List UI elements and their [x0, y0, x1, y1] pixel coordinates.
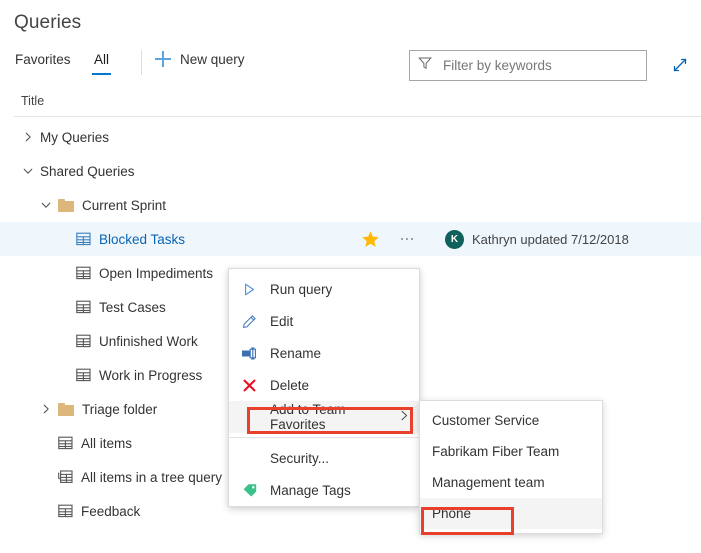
funnel-icon [418, 56, 432, 75]
menu-item-rename[interactable]: Rename [229, 337, 419, 369]
updated-text: Kathryn updated 7/12/2018 [472, 232, 629, 247]
query-grid-icon [76, 232, 91, 246]
tab-all[interactable]: All [92, 52, 111, 75]
tree-row-label: My Queries [40, 130, 109, 145]
menu-item-label: Run query [270, 282, 332, 297]
column-header-title: Title [21, 94, 44, 108]
tree-row-label: Unfinished Work [99, 334, 198, 349]
tree-row[interactable]: My Queries [0, 120, 701, 154]
delete-x-icon [241, 377, 258, 394]
query-grid-icon [76, 334, 91, 348]
query-grid-icon [76, 300, 91, 314]
filter-input[interactable] [441, 57, 638, 74]
menu-separator [229, 437, 419, 438]
query-grid-icon [58, 436, 73, 450]
tree-row-label: Work in Progress [99, 368, 202, 383]
submenu-item-management-team[interactable]: Management team [420, 467, 602, 498]
chevron-down-icon[interactable] [22, 165, 36, 179]
menu-item-add-to-team-favorites[interactable]: Add to Team Favorites [229, 401, 419, 433]
tag-icon [241, 482, 258, 499]
submenu-item-label: Customer Service [432, 413, 539, 428]
menu-item-label: Security... [270, 451, 329, 466]
tree-row-label: Test Cases [99, 300, 166, 315]
tree-row[interactable]: Current Sprint [0, 188, 701, 222]
page-title: Queries [14, 12, 81, 34]
tree-query-grid-icon [58, 470, 73, 484]
plus-icon [155, 51, 171, 67]
query-grid-icon [76, 266, 91, 280]
submenu-item-label: Phone [432, 506, 471, 521]
query-grid-icon [58, 504, 73, 518]
submenu-item-label: Fabrikam Fiber Team [432, 444, 559, 459]
rename-icon [241, 345, 258, 362]
team-favorites-submenu: Customer Service Fabrikam Fiber Team Manag… [419, 400, 603, 534]
context-menu: Run query Edit Rename Delete Add to Team Fav… [228, 268, 420, 507]
folder-icon [58, 199, 74, 212]
tree-row-label: All items [81, 436, 132, 451]
expand-diagonal-icon[interactable] [668, 53, 692, 77]
tree-row-label: Blocked Tasks [99, 232, 185, 247]
submenu-item-fabrikam-fiber-team[interactable]: Fabrikam Fiber Team [420, 436, 602, 467]
folder-icon [58, 403, 74, 416]
menu-item-label: Rename [270, 346, 321, 361]
new-query-button[interactable]: New query [155, 51, 245, 67]
tree-row-label: Shared Queries [40, 164, 135, 179]
chevron-right-icon [400, 410, 409, 424]
new-query-label: New query [180, 52, 245, 67]
chevron-right-icon[interactable] [22, 131, 36, 145]
tree-row-label: All items in a tree query [81, 470, 222, 485]
tree-row[interactable]: Shared Queries [0, 154, 701, 188]
menu-item-edit[interactable]: Edit [229, 305, 419, 337]
play-icon [241, 281, 258, 298]
chevron-down-icon[interactable] [40, 199, 54, 213]
query-grid-icon [76, 368, 91, 382]
toolbar-divider [141, 50, 142, 75]
chevron-right-icon[interactable] [40, 403, 54, 417]
tree-row-label: Current Sprint [82, 198, 166, 213]
column-header-rule [14, 116, 701, 117]
menu-item-label: Edit [270, 314, 293, 329]
submenu-item-label: Management team [432, 475, 545, 490]
menu-item-run-query[interactable]: Run query [229, 273, 419, 305]
menu-item-label: Add to Team Favorites [270, 402, 394, 432]
submenu-item-phone[interactable]: Phone [420, 498, 602, 529]
menu-item-manage-tags[interactable]: Manage Tags [229, 474, 419, 506]
column-header: Title [0, 92, 701, 117]
menu-item-label: Manage Tags [270, 483, 351, 498]
ellipsis-icon[interactable] [397, 229, 417, 249]
menu-item-security[interactable]: Security... [229, 442, 419, 474]
tab-favorites[interactable]: Favorites [13, 52, 73, 75]
tab-active-underline [92, 73, 111, 75]
tab-favorites-label: Favorites [15, 52, 71, 67]
menu-item-label: Delete [270, 378, 309, 393]
tree-row-label: Feedback [81, 504, 140, 519]
tab-all-label: All [94, 52, 109, 67]
pencil-icon [241, 313, 258, 330]
submenu-item-customer-service[interactable]: Customer Service [420, 405, 602, 436]
tree-row-label: Open Impediments [99, 266, 213, 281]
tree-row-label: Triage folder [82, 402, 157, 417]
menu-item-delete[interactable]: Delete [229, 369, 419, 401]
avatar: K [445, 230, 464, 249]
tree-row-selected[interactable]: Blocked Tasks K Kathryn updated 7/12/2018 [0, 222, 701, 256]
selected-row-meta: K Kathryn updated 7/12/2018 [361, 222, 629, 256]
star-filled-icon[interactable] [361, 230, 380, 249]
filter-box[interactable] [409, 50, 647, 81]
